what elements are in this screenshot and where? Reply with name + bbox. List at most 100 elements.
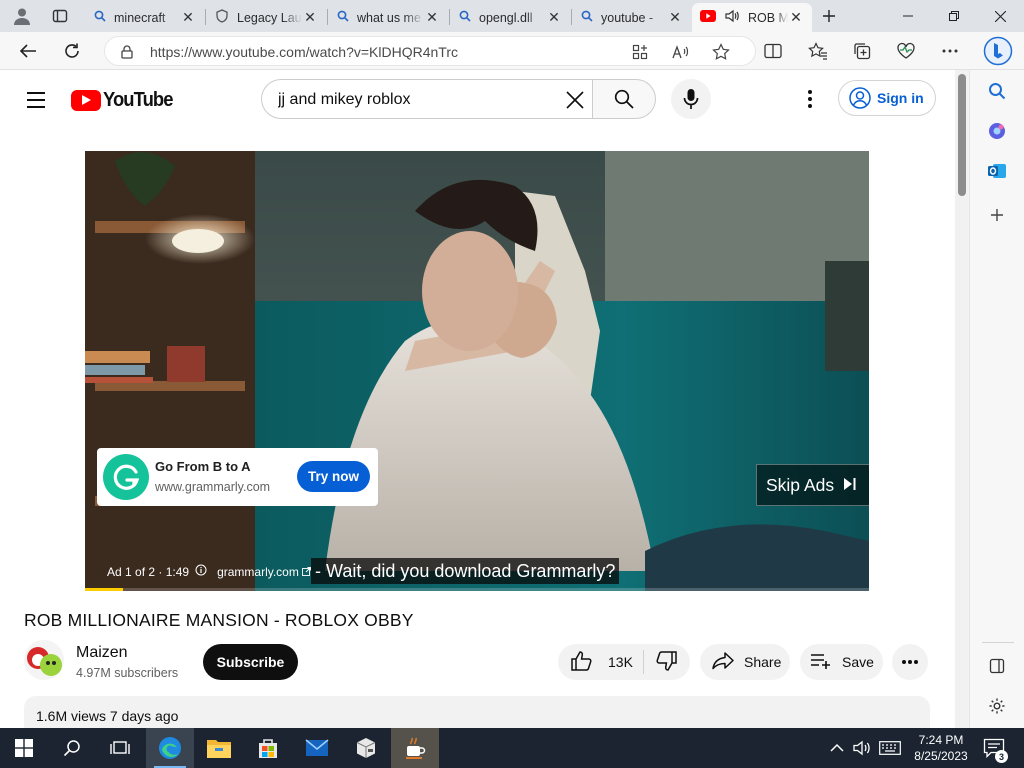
restore-button[interactable]: [931, 0, 977, 32]
sidebar-games-button[interactable]: [984, 118, 1010, 144]
skip-ads-button[interactable]: Skip Ads: [756, 464, 869, 506]
address-bar-row: https://www.youtube.com/watch?v=KlDHQR4n…: [0, 32, 1024, 70]
plus-icon: [991, 209, 1003, 221]
search-icon: [337, 10, 349, 25]
browser-essentials-button[interactable]: [892, 37, 920, 65]
close-icon[interactable]: ✕: [180, 9, 196, 26]
input-indicator-button[interactable]: [879, 728, 901, 768]
dislike-button[interactable]: [656, 650, 678, 674]
start-button[interactable]: [0, 728, 48, 768]
voice-search-button[interactable]: [671, 79, 711, 119]
ad-url[interactable]: www.grammarly.com: [155, 480, 270, 494]
browser-tab[interactable]: Legacy Launcher ✕: [207, 3, 326, 32]
subtitle-caption: - Wait, did you download Grammarly?: [311, 558, 620, 584]
browser-tab-active[interactable]: ROB MILLIONAIRE MANSION ✕: [692, 3, 812, 32]
split-screen-button[interactable]: [759, 37, 787, 65]
share-button[interactable]: Share: [700, 644, 790, 680]
close-icon[interactable]: ✕: [788, 9, 804, 26]
thumbs-down-icon: [656, 650, 677, 671]
taskbar-edge[interactable]: [146, 728, 194, 768]
external-link-icon: [301, 565, 311, 579]
favorite-star-icon[interactable]: [711, 42, 731, 62]
read-aloud-icon[interactable]: [671, 42, 691, 62]
app-available-icon[interactable]: [630, 42, 650, 62]
profile-icon: [14, 8, 30, 25]
workspaces-button[interactable]: [42, 0, 78, 32]
more-actions-button[interactable]: [892, 644, 928, 680]
taskbar-store[interactable]: [244, 728, 292, 768]
ad-site-link[interactable]: grammarly.com: [217, 565, 299, 579]
taskbar-file-explorer[interactable]: [195, 728, 243, 768]
system-clock[interactable]: 7:24 PM 8/25/2023: [905, 732, 977, 764]
browser-tab[interactable]: youtube - ✕: [573, 3, 691, 32]
search-box[interactable]: [261, 79, 593, 119]
settings-button[interactable]: [798, 87, 822, 111]
notifications-button[interactable]: 3: [983, 728, 1008, 768]
subscriber-count: 4.97M subscribers: [76, 666, 179, 680]
back-button[interactable]: [12, 35, 44, 67]
taskbar-java[interactable]: [391, 728, 439, 768]
tab-divider: [571, 9, 572, 25]
chevron-up-icon: [830, 743, 844, 752]
new-tab-button[interactable]: [812, 0, 846, 32]
save-button[interactable]: Save: [800, 644, 883, 680]
collections-button[interactable]: [848, 37, 876, 65]
channel-avatar[interactable]: [24, 640, 64, 680]
guide-menu-button[interactable]: [24, 88, 48, 112]
refresh-button[interactable]: [56, 35, 88, 67]
settings-menu-button[interactable]: [936, 37, 964, 65]
like-button[interactable]: [570, 650, 592, 674]
taskbar-package-app[interactable]: [342, 728, 390, 768]
close-window-button[interactable]: [977, 0, 1023, 32]
search-input[interactable]: [278, 89, 548, 111]
restore-icon: [949, 11, 959, 21]
profile-button[interactable]: [2, 0, 42, 32]
thumbs-up-icon: [571, 650, 592, 671]
clear-search-button[interactable]: [561, 86, 589, 114]
split-screen-icon: [764, 43, 782, 59]
search-icon: [581, 10, 593, 25]
browser-tab[interactable]: minecraft ✕: [86, 3, 204, 32]
search-icon: [94, 10, 106, 25]
sidebar-add-button[interactable]: [984, 202, 1010, 228]
description-box[interactable]: 1.6M views 7 days ago: [24, 696, 930, 728]
search-button[interactable]: [592, 79, 656, 119]
ad-count-duration: Ad 1 of 2 · 1:49: [107, 564, 190, 579]
notification-count-badge: 3: [995, 750, 1008, 763]
channel-name[interactable]: Maizen: [76, 644, 128, 662]
ad-overlay-card[interactable]: Go From B to A www.grammarly.com Try now: [97, 448, 378, 506]
tab-label: minecraft: [114, 10, 166, 25]
start-icon: [15, 739, 33, 757]
task-view-icon: [110, 741, 130, 754]
sidebar-settings-button[interactable]: [984, 693, 1010, 719]
try-now-button[interactable]: Try now: [297, 461, 370, 492]
address-bar[interactable]: https://www.youtube.com/watch?v=KlDHQR4n…: [104, 36, 756, 66]
close-icon[interactable]: ✕: [424, 9, 440, 26]
video-player[interactable]: Go From B to A www.grammarly.com Try now…: [85, 151, 869, 591]
minimize-button[interactable]: [885, 0, 931, 32]
youtube-logo[interactable]: YouTube: [71, 88, 179, 112]
task-view-button[interactable]: [96, 728, 144, 768]
hide-sidebar-button[interactable]: [984, 653, 1010, 679]
lock-icon[interactable]: [117, 42, 137, 62]
sidebar-search-button[interactable]: [984, 78, 1010, 104]
subscribe-button[interactable]: Subscribe: [203, 644, 298, 680]
bing-copilot-button[interactable]: [982, 35, 1014, 67]
taskbar-search-button[interactable]: [48, 728, 96, 768]
page-scrollbar-thumb[interactable]: [958, 74, 966, 196]
favorites-button[interactable]: [804, 37, 832, 65]
close-icon[interactable]: ✕: [667, 9, 683, 26]
browser-tab[interactable]: what us me ✕: [329, 3, 448, 32]
sidebar-outlook-button[interactable]: [984, 158, 1010, 184]
taskbar-mail[interactable]: [293, 728, 341, 768]
show-hidden-icons-button[interactable]: [830, 728, 844, 768]
close-icon[interactable]: ✕: [546, 9, 562, 26]
ad-progress-bar[interactable]: [85, 588, 869, 591]
close-icon[interactable]: ✕: [302, 9, 318, 26]
tab-actions-icon: [52, 9, 68, 23]
info-icon[interactable]: [195, 564, 207, 579]
speaker-icon[interactable]: [724, 9, 740, 26]
browser-tab[interactable]: opengl.dll ✕: [451, 3, 570, 32]
volume-button[interactable]: [853, 728, 871, 768]
sign-in-button[interactable]: Sign in: [838, 80, 936, 116]
